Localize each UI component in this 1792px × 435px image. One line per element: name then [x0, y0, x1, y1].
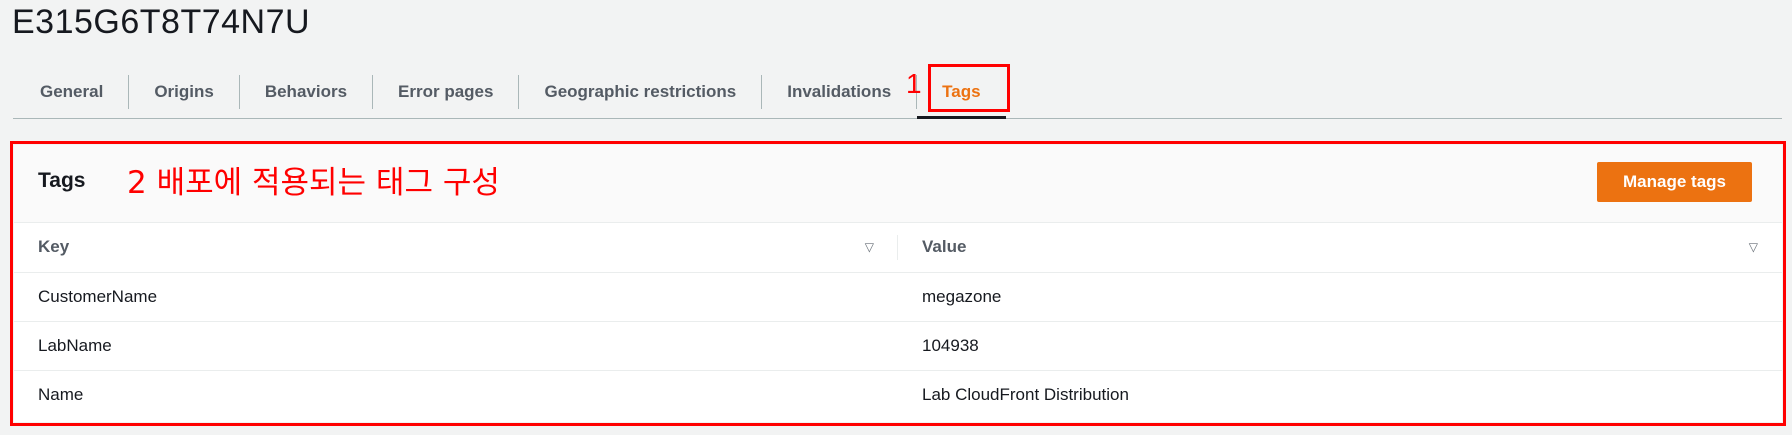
- tab-behaviors[interactable]: Behaviors: [238, 75, 372, 109]
- annotation-highlight-tags-panel: [10, 141, 1786, 426]
- tab-geographic-restrictions[interactable]: Geographic restrictions: [518, 75, 761, 109]
- annotation-step-1: 1: [906, 68, 922, 99]
- tab-invalidations[interactable]: Invalidations: [761, 75, 916, 109]
- annotation-highlight-tags-tab: [928, 64, 1010, 112]
- tab-origins[interactable]: Origins: [128, 75, 239, 109]
- page-title: E315G6T8T74N7U: [12, 3, 311, 41]
- tab-error-pages[interactable]: Error pages: [372, 75, 518, 109]
- tab-bar: General Origins Behaviors Error pages Ge…: [13, 66, 1782, 119]
- tab-general[interactable]: General: [13, 75, 128, 109]
